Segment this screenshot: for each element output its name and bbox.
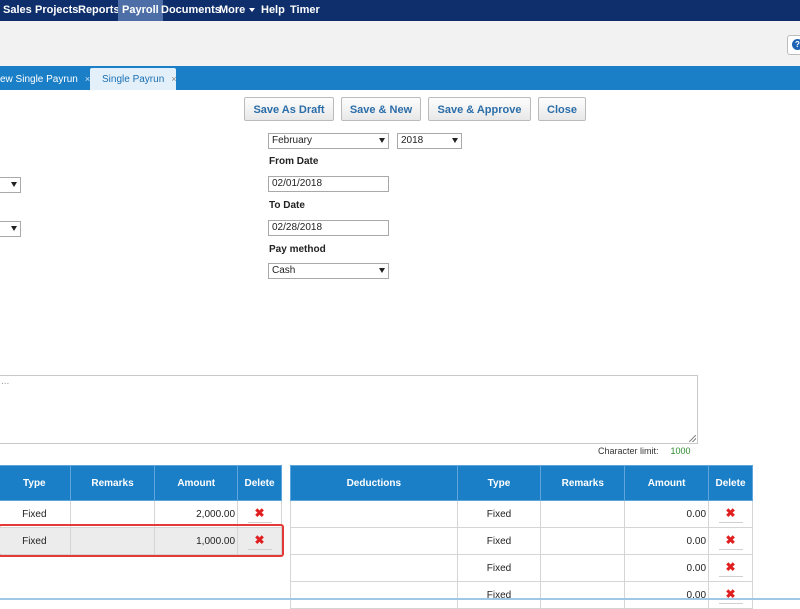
amount-cell[interactable]: 0.00 [624,500,710,528]
to-date-label: To Date [269,200,305,211]
deduction-name-cell[interactable] [290,554,458,582]
page-header [0,21,800,67]
deductions-table: Deductions Type Remarks Amount Delete Fi… [290,465,753,609]
table-row: Fixed 0.00 ✖ [290,554,753,582]
nav-payroll[interactable]: Payroll [118,0,163,21]
pay-method-value: Cash [272,265,296,276]
tab-label: Single Payrun [102,74,165,85]
year-value: 2018 [401,135,424,146]
amount-cell[interactable]: 0.00 [624,554,710,582]
delete-cell: ✖ [708,554,753,582]
table-header-row: Deductions Type Remarks Amount Delete [290,465,753,501]
nav-reports[interactable]: Reports [78,0,120,21]
tab-new-single-payrun[interactable]: ew Single Payrun × [0,68,92,90]
help-icon: ? [792,39,800,50]
column-header-delete: Delete [237,465,282,501]
delete-icon[interactable]: ✖ [247,506,272,523]
column-header-type: Type [0,465,71,501]
column-header-remarks: Remarks [540,465,626,501]
from-date-input[interactable]: 02/01/2018 [268,176,389,192]
top-nav: Sales Projects Reports Payroll Documents… [0,0,800,21]
remarks-cell[interactable] [540,581,626,609]
type-cell: Fixed [456,554,542,582]
delete-icon[interactable]: ✖ [718,533,743,550]
year-select[interactable]: 2018 [397,133,462,149]
deduction-name-cell[interactable] [290,500,458,528]
delete-cell: ✖ [708,527,753,555]
save-as-draft-button[interactable]: Save As Draft [244,97,334,121]
character-limit-label: Character limit: [598,446,659,456]
nav-more[interactable]: More [219,0,256,21]
highlight-annotation [0,524,284,557]
delete-icon[interactable]: ✖ [718,560,743,577]
employee-select[interactable] [0,177,21,193]
pay-method-label: Pay method [269,244,326,255]
amount-cell[interactable]: 0.00 [624,581,710,609]
column-header-delete: Delete [708,465,753,501]
chevron-down-icon [11,182,17,187]
character-limit-value: 1000 [670,446,691,456]
table-header-row: Type Remarks Amount Delete [0,465,282,501]
column-header-deductions: Deductions [290,465,458,501]
chevron-down-icon [379,268,385,273]
table-row: Fixed 0.00 ✖ [290,581,753,609]
tab-single-payrun[interactable]: Single Payrun × [90,68,177,90]
chevron-down-icon [11,226,17,231]
delete-cell: ✖ [708,500,753,528]
save-and-approve-button[interactable]: Save & Approve [428,97,531,121]
type-cell: Fixed [456,500,542,528]
nav-documents[interactable]: Documents [161,0,221,21]
save-and-new-button[interactable]: Save & New [341,97,421,121]
deduction-name-cell[interactable] [290,581,458,609]
pay-method-select[interactable]: Cash [268,263,389,279]
table-row: Fixed 0.00 ✖ [290,500,753,528]
month-select[interactable]: February [268,133,389,149]
nav-more-label: More [219,4,246,16]
delete-cell: ✖ [708,581,753,609]
month-value: February [272,135,313,146]
from-date-label: From Date [269,156,319,167]
nav-help[interactable]: Help [261,0,285,21]
column-header-amount: Amount [154,465,239,501]
column-header-type: Type [456,465,542,501]
tab-label: ew Single Payrun [0,74,78,85]
type-cell: Fixed [456,527,542,555]
to-date-input[interactable]: 02/28/2018 [268,220,389,236]
delete-icon[interactable]: ✖ [718,587,743,604]
chevron-down-icon [379,138,385,143]
column-header-amount: Amount [624,465,710,501]
column-header-remarks: Remarks [69,465,156,501]
help-button[interactable]: ? [787,35,800,55]
delete-icon[interactable]: ✖ [718,506,743,523]
nav-sales[interactable]: Sales [3,0,32,21]
resize-handle-icon[interactable] [689,435,696,442]
table-row: Fixed 0.00 ✖ [290,527,753,555]
notes-placeholder: ... [1,376,10,387]
deduction-name-cell[interactable] [290,527,458,555]
department-select[interactable] [0,221,21,237]
remarks-cell[interactable] [540,554,626,582]
remarks-cell[interactable] [540,500,626,528]
nav-timer[interactable]: Timer [290,0,320,21]
character-limit: Character limit: 1000 [598,446,691,456]
nav-projects[interactable]: Projects [35,0,78,21]
type-cell: Fixed [456,581,542,609]
amount-cell[interactable]: 0.00 [624,527,710,555]
close-icon[interactable]: × [171,74,176,84]
notes-textarea[interactable]: ... [0,375,698,444]
chevron-down-icon [452,138,458,143]
remarks-cell[interactable] [540,527,626,555]
chevron-down-icon [249,8,256,13]
close-button[interactable]: Close [538,97,586,121]
